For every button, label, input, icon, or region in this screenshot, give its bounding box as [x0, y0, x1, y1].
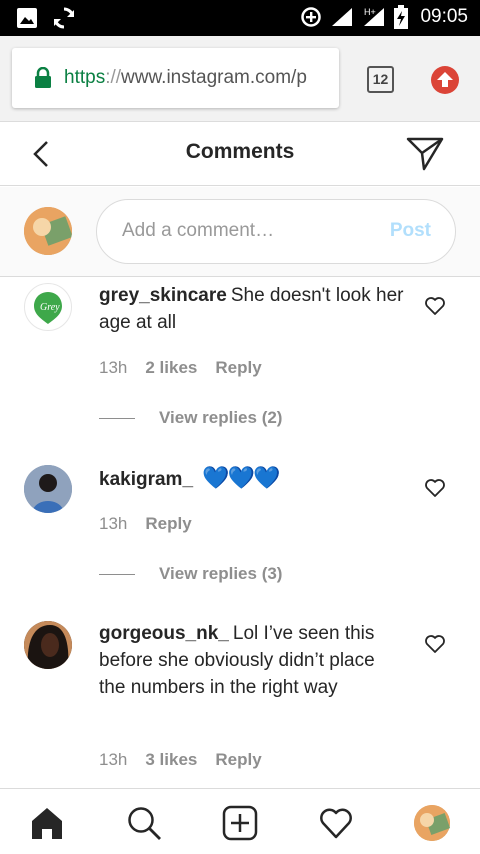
- browser-toolbar: https://www.instagram.com/p 12: [0, 36, 480, 122]
- reply-button[interactable]: Reply: [215, 750, 261, 770]
- comments-list: Grey grey_skincare She doesn't look her a…: [0, 278, 480, 788]
- tab-switcher-button[interactable]: 12: [367, 66, 394, 93]
- comment-input[interactable]: Add a comment… Post: [96, 199, 456, 264]
- reply-button[interactable]: Reply: [215, 358, 261, 378]
- comments-header: Comments: [0, 122, 480, 186]
- like-heart-icon[interactable]: [424, 634, 446, 654]
- view-replies-link[interactable]: View replies (3): [99, 564, 282, 584]
- new-post-icon[interactable]: [222, 805, 258, 841]
- activity-heart-icon[interactable]: [318, 805, 354, 841]
- sync-icon: [54, 7, 74, 29]
- comment-text: kakigram_ 💙💙💙: [99, 464, 404, 493]
- image-icon: [17, 8, 37, 28]
- status-time: 09:05: [420, 6, 468, 27]
- svg-text:Grey: Grey: [40, 302, 60, 313]
- comment-username[interactable]: gorgeous_nk_: [99, 623, 229, 644]
- url-text: https://www.instagram.com/p: [64, 67, 307, 88]
- add-comment-bar: Add a comment… Post: [0, 187, 480, 277]
- address-bar[interactable]: https://www.instagram.com/p: [12, 48, 339, 108]
- view-replies-label: View replies (3): [159, 564, 283, 583]
- avatar: Grey: [24, 283, 72, 331]
- post-button[interactable]: Post: [390, 220, 431, 242]
- data-saver-icon: [301, 7, 322, 27]
- comment-time: 13h: [99, 514, 128, 533]
- comment-likes[interactable]: 2 likes: [145, 358, 197, 378]
- lock-icon: [34, 66, 52, 89]
- send-icon[interactable]: [406, 136, 444, 172]
- divider: [99, 417, 135, 419]
- bottom-tab-bar: [0, 788, 480, 854]
- reply-button[interactable]: Reply: [145, 514, 191, 534]
- comment-item: kakigram_ 💙💙💙 13h Reply View replies (3): [0, 462, 480, 612]
- view-replies-link[interactable]: View replies (2): [99, 408, 282, 428]
- arrow-up-icon: [437, 72, 453, 87]
- avatar: [24, 465, 72, 513]
- comment-time: 13h: [99, 750, 128, 769]
- comment-text: gorgeous_nk_ Lol I’ve seen this before sh…: [99, 620, 404, 701]
- comment-meta: 13h 3 likes Reply: [99, 750, 262, 770]
- comment-username[interactable]: kakigram_: [99, 469, 193, 490]
- battery-icon: [394, 5, 409, 29]
- comment-item: gorgeous_nk_ Lol I’ve seen this before sh…: [0, 618, 480, 788]
- comment-username[interactable]: grey_skincare: [99, 285, 227, 306]
- update-button[interactable]: [431, 66, 459, 94]
- comment-likes[interactable]: 3 likes: [145, 750, 197, 770]
- signal-icon-2: H+: [364, 7, 385, 26]
- comment-item: Grey grey_skincare She doesn't look her a…: [0, 278, 480, 448]
- comment-body: 💙💙💙: [202, 465, 280, 490]
- home-icon[interactable]: [29, 805, 65, 841]
- signal-icon: [332, 8, 353, 26]
- like-heart-icon[interactable]: [424, 296, 446, 316]
- search-icon[interactable]: [126, 805, 162, 841]
- comment-input-placeholder: Add a comment…: [122, 220, 275, 241]
- profile-avatar[interactable]: [414, 805, 451, 841]
- comment-meta: 13h 2 likes Reply: [99, 358, 262, 378]
- divider: [99, 573, 135, 575]
- avatar: [24, 207, 72, 255]
- comment-text: grey_skincare She doesn't look her age at…: [99, 282, 404, 336]
- view-replies-label: View replies (2): [159, 408, 283, 427]
- comment-meta: 13h Reply: [99, 514, 192, 534]
- avatar: [24, 621, 72, 669]
- comment-time: 13h: [99, 358, 128, 377]
- status-bar: H+ 09:05: [0, 0, 480, 36]
- like-heart-icon[interactable]: [424, 478, 446, 498]
- svg-text:H+: H+: [364, 7, 376, 17]
